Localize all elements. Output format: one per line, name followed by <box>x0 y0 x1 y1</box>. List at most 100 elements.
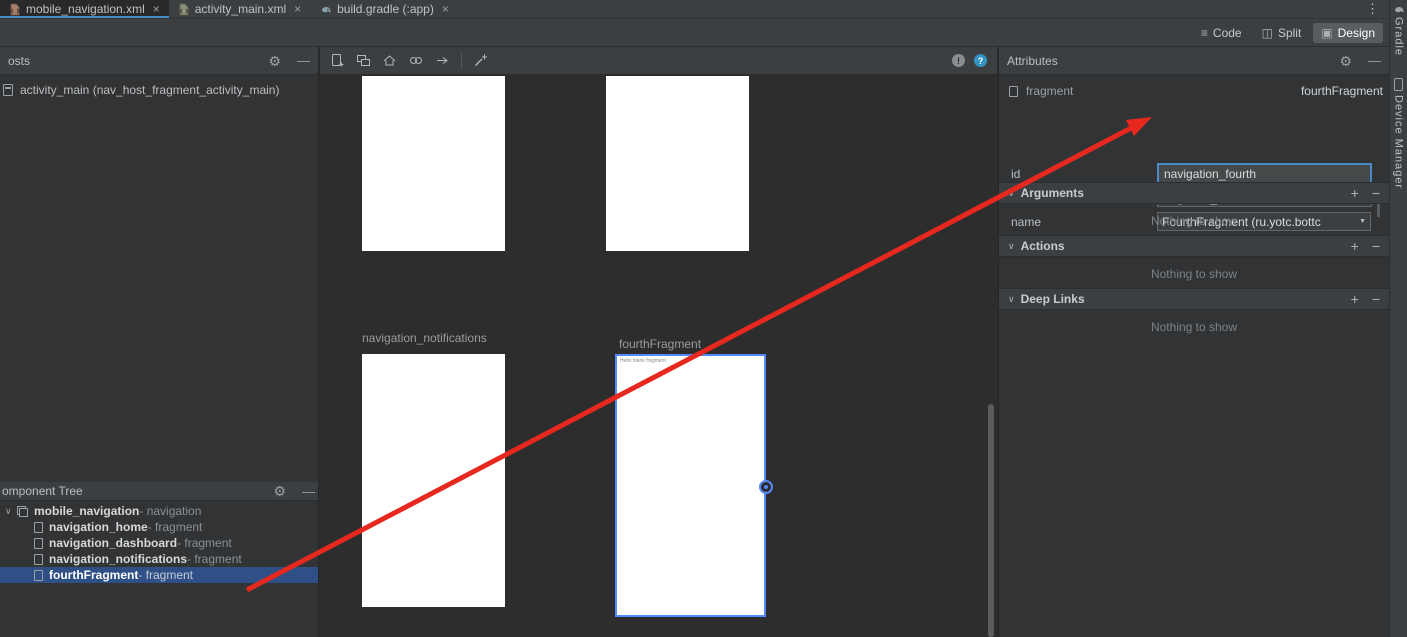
left-panel: osts ⚙ — activity_main (nav_host_fragmen… <box>0 47 319 637</box>
minimize-icon[interactable]: — <box>302 485 315 498</box>
chevron-down-icon[interactable]: ∨ <box>1008 188 1015 199</box>
home-icon[interactable] <box>382 53 397 68</box>
gear-icon[interactable]: ⚙ <box>1339 54 1352 68</box>
actions-section-header[interactable]: ∨ Actions + − <box>999 235 1389 257</box>
add-action-button[interactable]: + <box>1351 239 1359 253</box>
gradle-elephant-icon[interactable] <box>1392 3 1405 15</box>
selected-component-row: fragment fourthFragment <box>999 75 1389 104</box>
new-destination-icon[interactable] <box>330 53 345 68</box>
gear-icon[interactable]: ⚙ <box>273 484 286 498</box>
destination-home-preview[interactable] <box>362 76 505 251</box>
design-mode-button[interactable]: ▣ Design <box>1313 23 1383 43</box>
tree-item-name: navigation_notifications <box>49 552 187 566</box>
tab-label: activity_main.xml <box>195 2 286 16</box>
hosts-panel-title: osts <box>8 54 30 68</box>
id-field-input[interactable] <box>1157 163 1372 184</box>
tree-item-type: - navigation <box>139 504 201 518</box>
tree-item-type: - fragment <box>138 568 193 582</box>
split-icon: ◫ <box>1262 26 1273 40</box>
fragment-preview-text: Hello blank fragment <box>617 356 764 364</box>
tab-build-gradle[interactable]: build.gradle (:app) × <box>310 0 458 18</box>
tree-item-mobile-navigation[interactable]: ∨ mobile_navigation - navigation <box>0 503 318 519</box>
actions-section-title: Actions <box>1021 239 1065 253</box>
xml-file-icon <box>178 3 190 16</box>
host-item-activity-main[interactable]: activity_main (nav_host_fragment_activit… <box>0 75 318 97</box>
split-mode-label: Split <box>1278 26 1301 40</box>
destination-label-fourth[interactable]: fourthFragment <box>619 337 701 351</box>
deep-links-empty-text: Nothing to show <box>999 320 1389 334</box>
code-mode-label: Code <box>1213 26 1242 40</box>
chevron-down-icon[interactable]: ∨ <box>5 506 17 517</box>
xml-file-icon <box>9 3 21 16</box>
code-icon: ≡ <box>1201 26 1208 40</box>
id-field-label: id <box>1011 167 1020 181</box>
editor-mode-toolbar: ≡ Code ◫ Split ▣ Design <box>0 19 1389 47</box>
close-icon[interactable]: × <box>153 2 160 16</box>
fragment-icon <box>34 538 43 549</box>
help-glyph: ? <box>978 56 984 66</box>
activity-icon <box>3 84 13 96</box>
attributes-panel-title: Attributes <box>1007 54 1058 68</box>
code-mode-button[interactable]: ≡ Code <box>1193 23 1250 43</box>
canvas-toolbar: ! ? <box>320 47 997 75</box>
attributes-panel: Attributes ⚙ — fragment fourthFragment i… <box>998 47 1389 637</box>
deep-links-section-header[interactable]: ∨ Deep Links + − <box>999 288 1389 310</box>
link-icon[interactable] <box>408 53 424 68</box>
add-argument-button[interactable]: + <box>1351 186 1359 200</box>
tree-item-navigation-home[interactable]: navigation_home - fragment <box>0 519 318 535</box>
fragment-icon <box>34 554 43 565</box>
tree-item-type: - fragment <box>187 552 242 566</box>
device-manager-icon[interactable] <box>1394 78 1403 91</box>
chevron-down-icon[interactable]: ∨ <box>1008 241 1015 252</box>
attributes-panel-header: Attributes ⚙ — <box>999 47 1389 75</box>
minimize-icon[interactable]: — <box>1368 54 1381 67</box>
destination-fourth-preview-selected[interactable]: Hello blank fragment <box>615 354 766 617</box>
tree-item-name: fourthFragment <box>49 568 138 582</box>
tree-item-navigation-notifications[interactable]: navigation_notifications - fragment <box>0 551 318 567</box>
tree-item-name: navigation_home <box>49 520 148 534</box>
tree-item-navigation-dashboard[interactable]: navigation_dashboard - fragment <box>0 535 318 551</box>
gradle-file-icon <box>319 3 332 15</box>
tab-label: mobile_navigation.xml <box>26 2 145 16</box>
remove-argument-button[interactable]: − <box>1372 186 1380 200</box>
nested-graph-icon[interactable] <box>356 53 371 68</box>
add-deep-link-button[interactable]: + <box>1351 292 1359 306</box>
remove-deep-link-button[interactable]: − <box>1372 292 1380 306</box>
minimize-icon[interactable]: — <box>297 54 310 67</box>
right-tool-window-strip: Gradle Device Manager <box>1389 0 1407 637</box>
tab-mobile-navigation-xml[interactable]: mobile_navigation.xml × <box>0 0 169 18</box>
auto-arrange-wand-icon[interactable] <box>473 53 488 68</box>
device-manager-tool-window-button[interactable]: Device Manager <box>1393 95 1405 189</box>
tree-item-type: - fragment <box>148 520 203 534</box>
tree-item-fourth-fragment[interactable]: fourthFragment - fragment <box>0 567 318 583</box>
destination-notifications-preview[interactable] <box>362 354 505 607</box>
gear-icon[interactable]: ⚙ <box>268 54 281 68</box>
tab-options-kebab-icon[interactable]: ⋮ <box>1356 0 1389 18</box>
arguments-section-header[interactable]: ∨ Arguments + − <box>999 182 1389 204</box>
destination-dashboard-preview[interactable] <box>606 76 749 251</box>
arguments-section-title: Arguments <box>1021 186 1084 200</box>
destination-label-notifications[interactable]: navigation_notifications <box>362 331 487 345</box>
host-item-label: activity_main (nav_host_fragment_activit… <box>20 83 279 97</box>
hosts-panel-header: osts ⚙ — <box>0 47 318 75</box>
component-type-label: fragment <box>1026 84 1073 98</box>
chevron-down-icon[interactable]: ∨ <box>1008 294 1015 305</box>
help-icon[interactable]: ? <box>974 54 987 67</box>
deep-links-section-title: Deep Links <box>1021 292 1085 306</box>
close-icon[interactable]: × <box>294 2 301 16</box>
gradle-tool-window-button[interactable]: Gradle <box>1393 17 1405 56</box>
close-icon[interactable]: × <box>442 2 449 16</box>
design-mode-label: Design <box>1338 26 1375 40</box>
toolbar-separator <box>461 53 462 69</box>
action-arrow-icon[interactable] <box>435 53 450 68</box>
nav-graph-canvas[interactable]: ! ? navigation_notifications fourthFragm… <box>320 47 997 637</box>
component-tree-header-wrap: omponent Tree ⚙ — <box>0 482 318 501</box>
canvas-vertical-scrollbar[interactable] <box>988 404 994 637</box>
fragment-icon <box>1009 86 1018 97</box>
action-connection-handle[interactable] <box>759 480 773 494</box>
remove-action-button[interactable]: − <box>1372 239 1380 253</box>
tab-activity-main-xml[interactable]: activity_main.xml × <box>169 0 310 18</box>
split-mode-button[interactable]: ◫ Split <box>1254 23 1310 43</box>
arguments-empty-text: Nothing to show <box>999 214 1389 228</box>
warning-indicator-icon[interactable]: ! <box>952 54 965 67</box>
